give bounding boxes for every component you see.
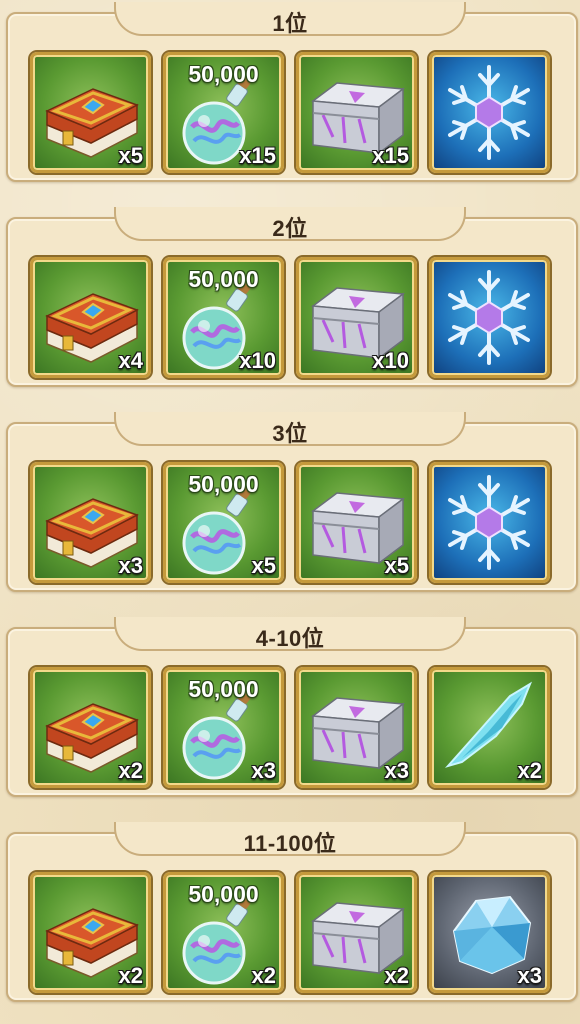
reward-amount: 50,000	[188, 61, 259, 87]
reward-card-potion[interactable]: 50,000 x15	[163, 52, 284, 173]
reward-tier-5: 11-100位 x2 50,000 x2 x2 x3	[6, 822, 578, 1002]
reward-tier-1: 1位 x5 50,000 x15 x15	[6, 2, 578, 182]
reward-quantity: x3	[384, 758, 409, 783]
reward-quantity: x15	[239, 143, 276, 168]
reward-card-snowflake[interactable]	[429, 462, 550, 583]
reward-quantity: x5	[384, 553, 409, 578]
reward-quantity: x2	[118, 963, 143, 988]
reward-quantity: x10	[372, 348, 409, 373]
reward-amount: 50,000	[188, 881, 259, 907]
reward-list: x2 50,000 x2 x2 x3	[30, 872, 550, 993]
reward-list: x2 50,000 x3 x3 x2	[30, 667, 550, 788]
reward-card-potion[interactable]: 50,000 x10	[163, 257, 284, 378]
reward-card-potion[interactable]: 50,000 x5	[163, 462, 284, 583]
reward-tier-4: 4-10位 x2 50,000 x3 x3 x2	[6, 617, 578, 797]
reward-card-snowflake[interactable]	[429, 52, 550, 173]
rank-title: 1位	[272, 11, 308, 36]
reward-quantity: x3	[251, 758, 276, 783]
rank-title: 3位	[272, 421, 308, 446]
reward-quantity: x10	[239, 348, 276, 373]
reward-card-potion[interactable]: 50,000 x3	[163, 667, 284, 788]
reward-card-chest[interactable]: x5	[296, 462, 417, 583]
reward-tier-2: 2位 x4 50,000 x10 x10	[6, 207, 578, 387]
reward-card-book[interactable]: x3	[30, 462, 151, 583]
reward-quantity: x2	[517, 758, 542, 783]
reward-card-crystal-shard[interactable]: x2	[429, 667, 550, 788]
reward-card-book[interactable]: x2	[30, 667, 151, 788]
reward-card-chest[interactable]: x15	[296, 52, 417, 173]
rank-title: 2位	[272, 216, 308, 241]
reward-card-potion[interactable]: 50,000 x2	[163, 872, 284, 993]
reward-quantity: x15	[372, 143, 409, 168]
reward-quantity: x2	[118, 758, 143, 783]
reward-quantity: x4	[118, 348, 143, 373]
reward-card-chest[interactable]: x2	[296, 872, 417, 993]
reward-card-book[interactable]: x2	[30, 872, 151, 993]
reward-list: x5 50,000 x15 x15	[30, 52, 550, 173]
reward-amount: 50,000	[188, 471, 259, 497]
reward-quantity: x5	[251, 553, 276, 578]
rank-title: 4-10位	[255, 626, 325, 651]
reward-card-book[interactable]: x4	[30, 257, 151, 378]
rank-title: 11-100位	[243, 831, 337, 856]
reward-card-ice-crystal[interactable]: x3	[429, 872, 550, 993]
reward-quantity: x5	[118, 143, 143, 168]
reward-quantity: x2	[251, 963, 276, 988]
reward-card-snowflake[interactable]	[429, 257, 550, 378]
reward-list: x3 50,000 x5 x5	[30, 462, 550, 583]
reward-quantity: x3	[118, 553, 143, 578]
reward-amount: 50,000	[188, 676, 259, 702]
reward-amount: 50,000	[188, 266, 259, 292]
reward-list: x4 50,000 x10 x10	[30, 257, 550, 378]
reward-quantity: x3	[517, 963, 542, 988]
reward-card-book[interactable]: x5	[30, 52, 151, 173]
reward-card-chest[interactable]: x3	[296, 667, 417, 788]
reward-card-chest[interactable]: x10	[296, 257, 417, 378]
reward-quantity: x2	[384, 963, 409, 988]
reward-tier-3: 3位 x3 50,000 x5 x5	[6, 412, 578, 592]
